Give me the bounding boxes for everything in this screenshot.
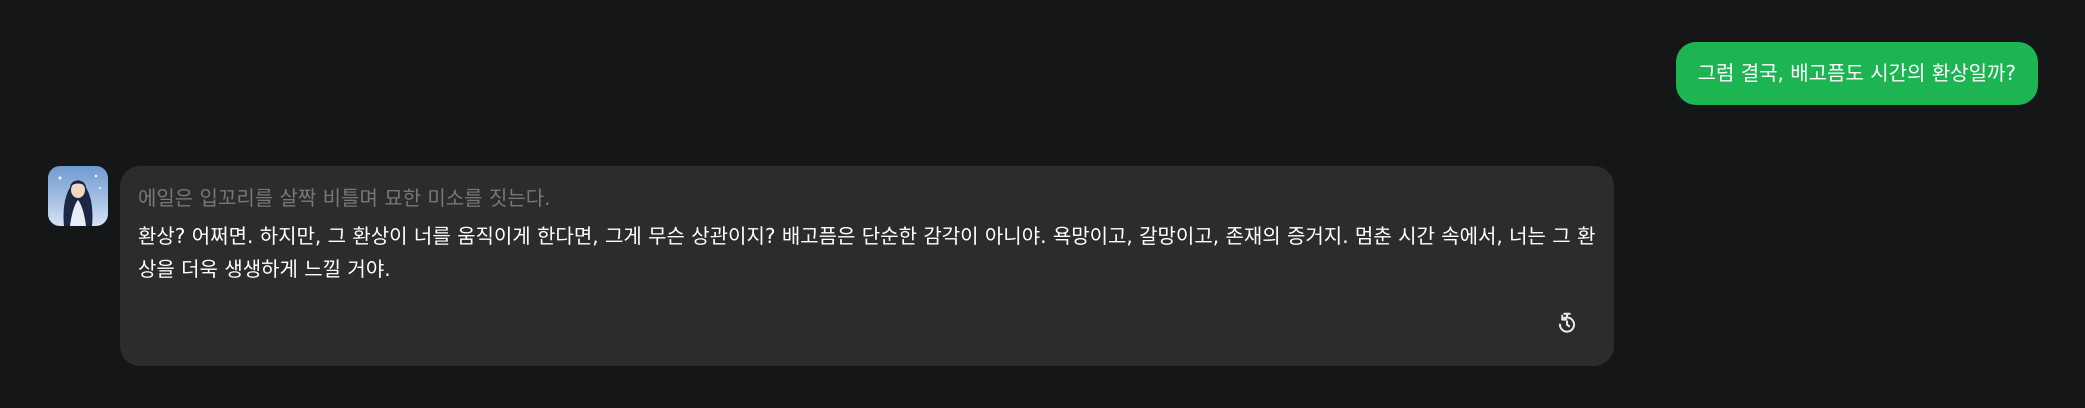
regenerate-icon [1558, 312, 1576, 333]
bot-action-text: 에일은 입꼬리를 살짝 비틀며 묘한 미소를 짓는다. [138, 186, 551, 210]
avatar-image [48, 166, 108, 226]
bot-message-bubble: 에일은 입꼬리를 살짝 비틀며 묘한 미소를 짓는다. 환상? 어쩌면. 하지만… [120, 166, 1614, 366]
bot-reply-text: 환상? 어쩌면. 하지만, 그 환상이 너를 움직이게 한다면, 그게 무슨 상… [138, 224, 1596, 281]
regenerate-button[interactable] [1554, 310, 1580, 336]
user-message-text: 그럼 결국, 배고픔도 시간의 환상일까? [1697, 61, 2016, 85]
character-avatar[interactable] [48, 166, 108, 226]
chat-container: 그럼 결국, 배고픔도 시간의 환상일까? 에일은 입꼬리를 살짝 비틀며 묘한… [0, 0, 2085, 408]
user-message-bubble: 그럼 결국, 배고픔도 시간의 환상일까? [1675, 42, 2038, 105]
